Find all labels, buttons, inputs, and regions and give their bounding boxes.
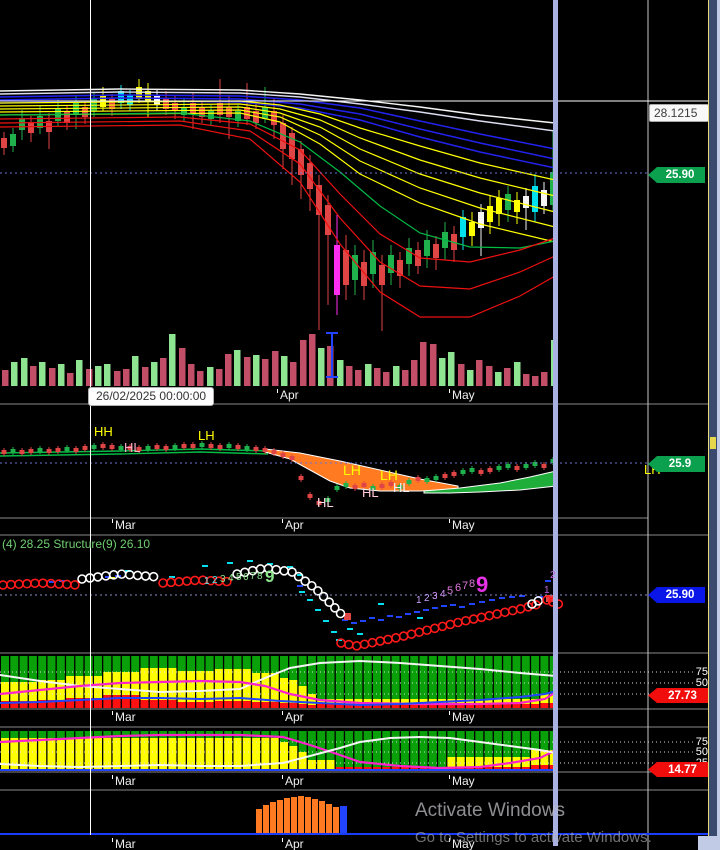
chart-graphics (0, 0, 709, 850)
window-corner (698, 836, 720, 850)
activate-windows-subtext: Go to Settings to activate Windows. (415, 829, 652, 846)
current-bar-highlight-line (553, 0, 558, 846)
trading-chart-window[interactable]: Apr May Mar Apr May Mar Apr May Mar Apr May Mar Apr M… (0, 0, 720, 850)
date-tooltip: 26/02/2025 00:00:00 (88, 387, 215, 406)
activate-windows-watermark: Activate Windows (415, 800, 565, 821)
window-scrollbar-track[interactable] (709, 0, 717, 850)
scrollbar-position-marker[interactable] (710, 437, 716, 449)
structure-indicator-title: (4) 28.25 Structure(9) 26.10 (2, 537, 151, 551)
crosshair-vertical-line (90, 0, 91, 835)
